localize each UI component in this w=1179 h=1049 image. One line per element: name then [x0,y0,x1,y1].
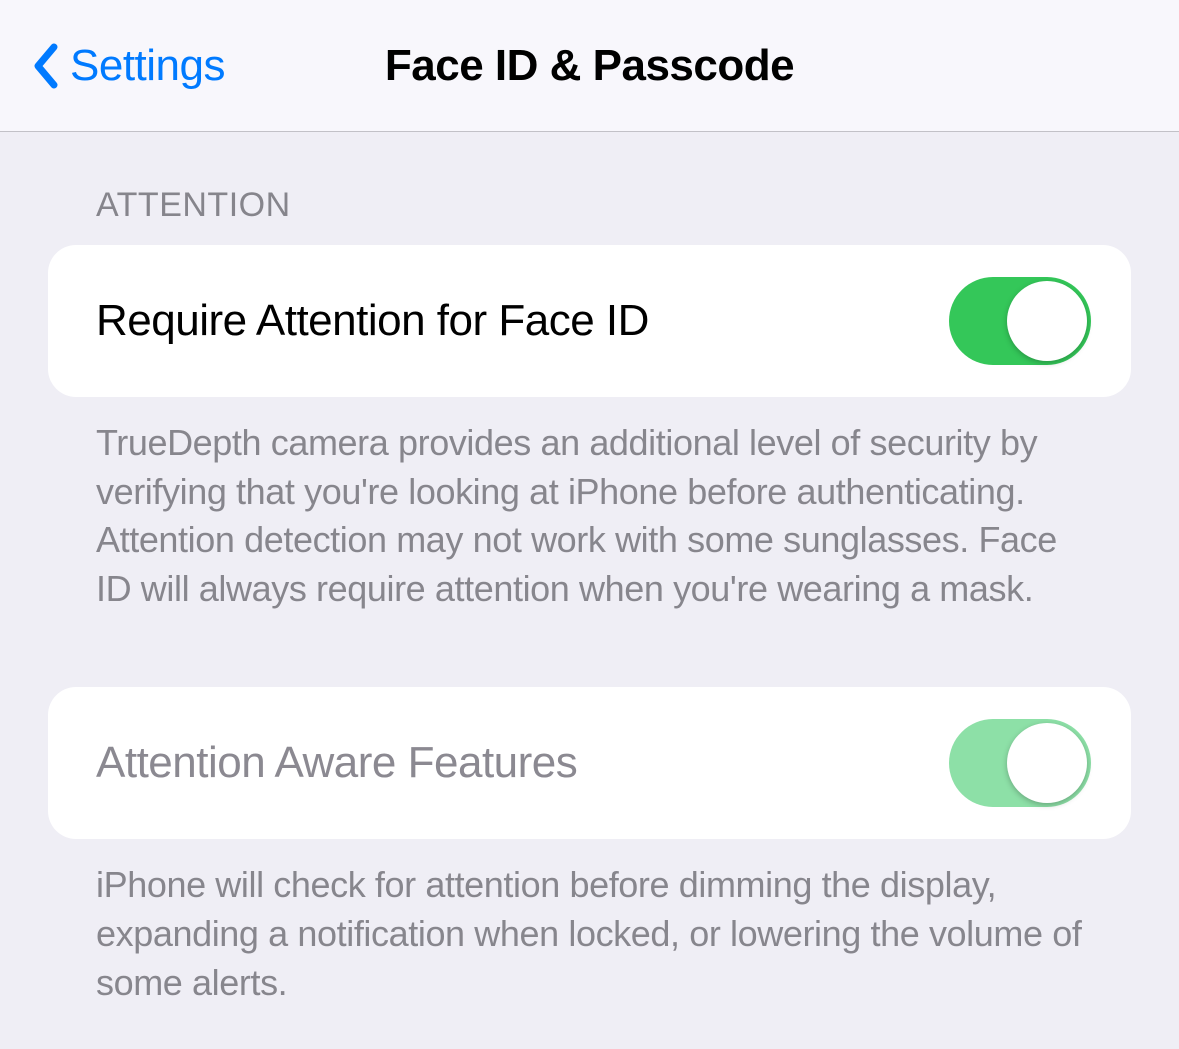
navigation-header: Settings Face ID & Passcode [0,0,1179,132]
section-header-attention: ATTENTION [48,132,1131,245]
attention-aware-toggle[interactable] [949,719,1091,807]
attention-aware-row[interactable]: Attention Aware Features [48,687,1131,839]
content-area: ATTENTION Require Attention for Face ID … [0,132,1179,1007]
require-attention-toggle[interactable] [949,277,1091,365]
require-attention-footer: TrueDepth camera provides an additional … [48,397,1131,613]
attention-aware-footer: iPhone will check for attention before d… [48,839,1131,1007]
require-attention-label: Require Attention for Face ID [96,296,649,346]
page-title: Face ID & Passcode [385,41,794,91]
attention-aware-label: Attention Aware Features [96,738,577,788]
back-button[interactable]: Settings [32,41,225,91]
back-label: Settings [70,41,225,91]
toggle-knob [1007,723,1087,803]
chevron-left-icon [32,43,58,89]
toggle-knob [1007,281,1087,361]
spacer [48,613,1131,687]
require-attention-row[interactable]: Require Attention for Face ID [48,245,1131,397]
